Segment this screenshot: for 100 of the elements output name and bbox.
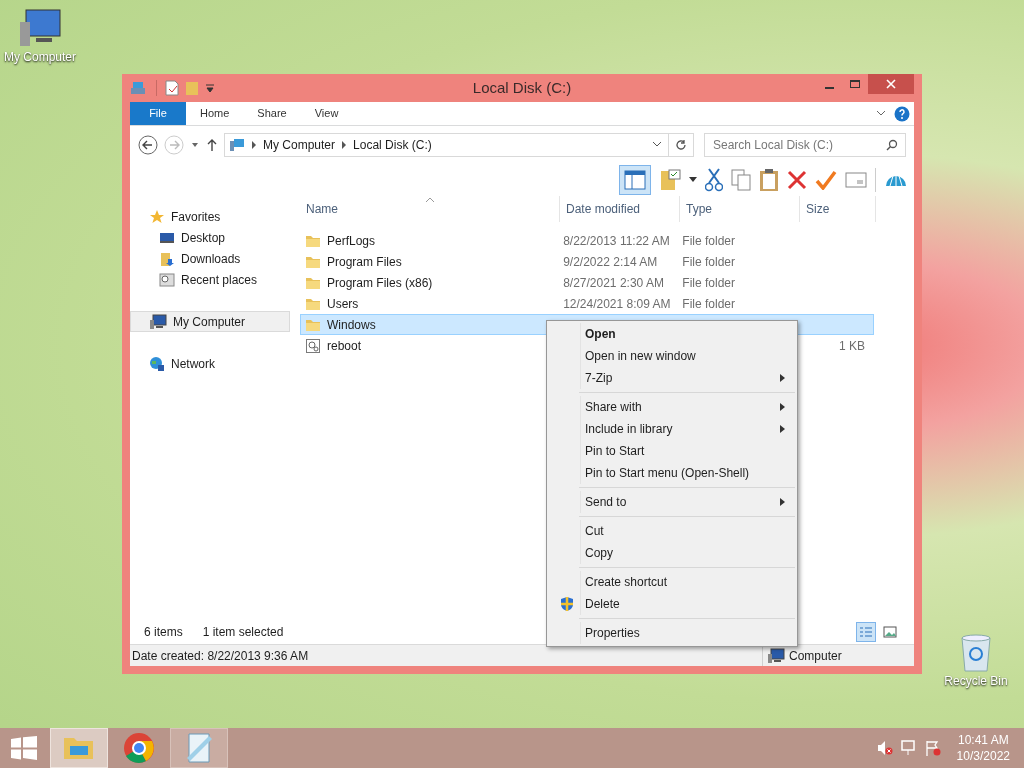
details-list-icon	[859, 626, 873, 638]
file-name: Program Files	[327, 253, 402, 271]
flag-icon	[924, 740, 941, 756]
search-icon	[886, 139, 898, 151]
chevron-down-icon	[652, 141, 662, 149]
windows-logo-icon	[11, 736, 37, 760]
file-name: Users	[327, 295, 359, 313]
sort-caret-icon	[426, 197, 434, 202]
clipboard-icon	[759, 168, 779, 192]
nav-item[interactable]: Downloads	[130, 248, 290, 269]
browser-icon	[121, 730, 157, 766]
menu-item[interactable]: Send to	[549, 491, 795, 513]
file-type: File folder	[681, 295, 736, 313]
nav-item[interactable]: Favorites	[130, 206, 290, 227]
shield-icon	[558, 596, 575, 612]
up-arrow-icon	[206, 138, 218, 152]
menu-item[interactable]: Include in library	[549, 418, 795, 440]
window-title: Local Disk (C:)	[472, 77, 572, 98]
chevron-right-icon	[251, 141, 257, 149]
file-size: 1 KB	[838, 337, 866, 355]
item-count: 6 items	[144, 624, 183, 641]
column-header[interactable]: Date modified	[560, 196, 680, 222]
drive-icon	[130, 80, 146, 96]
scissors-icon	[705, 168, 723, 192]
nav-item[interactable]: Network	[130, 353, 290, 374]
ribbon-tab[interactable]: Home	[186, 102, 244, 125]
nav-item[interactable]: Recent places	[130, 269, 290, 290]
recycle-bin-icon	[958, 632, 994, 672]
file-name: Windows	[327, 316, 376, 334]
dropdown-caret-icon	[689, 177, 697, 183]
date-modified: 12/24/2021 8:09 AM	[562, 295, 672, 313]
menu-item[interactable]: Properties	[549, 622, 795, 644]
delete-x-icon	[787, 170, 807, 190]
computer-icon	[18, 8, 62, 48]
date-modified: 8/27/2021 2:30 AM	[562, 274, 665, 292]
menu-item[interactable]: Create shortcut	[549, 571, 795, 593]
menu-item[interactable]: 7-Zip	[549, 367, 795, 389]
computer-icon	[149, 313, 167, 330]
file-menu-button[interactable]: File	[130, 102, 186, 125]
close-button[interactable]	[868, 74, 914, 94]
network-monitor-icon	[900, 740, 917, 756]
file-type: File folder	[681, 253, 736, 271]
envelope-icon	[845, 172, 867, 188]
computer-icon	[229, 137, 245, 153]
close-icon	[886, 79, 896, 89]
details-view-button[interactable]	[856, 622, 876, 642]
menu-item[interactable]: Copy	[549, 542, 795, 564]
ribbon-tab[interactable]: Share	[243, 102, 301, 125]
downloads-folder-icon	[159, 250, 175, 267]
gear-file-icon	[305, 337, 321, 354]
help-icon	[894, 105, 910, 122]
column-header[interactable]: Name	[300, 196, 560, 222]
network-globe-icon	[149, 355, 165, 372]
properties-icon	[165, 80, 179, 96]
file-name: PerfLogs	[327, 232, 376, 250]
column-header[interactable]: Type	[680, 196, 800, 222]
nav-item[interactable]: Desktop	[130, 227, 290, 248]
breadcrumb[interactable]: My Computer	[263, 136, 336, 154]
clock-time: 10:41 AM	[957, 732, 1009, 748]
selection-count: 1 item selected	[202, 624, 284, 641]
submenu-arrow-icon	[780, 425, 785, 433]
date-modified: 9/2/2022 2:14 AM	[562, 253, 659, 271]
submenu-arrow-icon	[780, 374, 785, 382]
menu-item[interactable]: Open	[549, 323, 795, 345]
new-folder-icon	[185, 80, 199, 96]
forward-icon	[164, 135, 184, 155]
preview-pane-button[interactable]	[619, 165, 651, 195]
chevron-down-icon	[876, 109, 886, 118]
menu-item[interactable]: Share with	[549, 396, 795, 418]
menu-item[interactable]: Pin to Start menu (Open-Shell)	[549, 462, 795, 484]
copy-icon	[731, 169, 751, 191]
file-type: File folder	[681, 274, 736, 292]
file-name: reboot	[327, 337, 362, 355]
menu-item[interactable]: Open in new window	[549, 345, 795, 367]
menu-item[interactable]: Delete	[549, 593, 795, 615]
breadcrumb[interactable]: Local Disk (C:)	[353, 136, 432, 154]
submenu-arrow-icon	[780, 403, 785, 411]
menu-item[interactable]: Cut	[549, 520, 795, 542]
star-icon	[149, 208, 165, 225]
column-header[interactable]: Size	[800, 196, 876, 222]
chevron-right-icon	[341, 141, 348, 149]
clock-date: 10/3/2022	[956, 748, 1010, 764]
dropdown-caret-icon	[205, 83, 215, 93]
nav-item[interactable]: My Computer	[130, 311, 290, 332]
menu-item[interactable]: Pin to Start	[549, 440, 795, 462]
file-type: File folder	[681, 232, 736, 250]
picture-icon	[883, 626, 897, 638]
taskbar-app-button[interactable]	[170, 728, 228, 768]
submenu-arrow-icon	[780, 498, 785, 506]
address-bar[interactable]: My Computer Local Disk (C:)	[224, 133, 694, 157]
recent-places-icon	[159, 271, 175, 288]
date-created-text: Date created: 8/22/2013 9:36 AM	[132, 647, 309, 665]
location-text: Computer	[789, 647, 842, 665]
back-icon	[138, 135, 158, 155]
computer-icon	[767, 647, 785, 664]
search-field[interactable]: Search Local Disk (C:)	[704, 133, 906, 157]
taskbar-app-button[interactable]	[50, 728, 108, 768]
ribbon-tab[interactable]: View	[300, 102, 353, 125]
checkmark-icon	[815, 170, 837, 190]
date-modified: 8/22/2013 11:22 AM	[562, 232, 671, 250]
